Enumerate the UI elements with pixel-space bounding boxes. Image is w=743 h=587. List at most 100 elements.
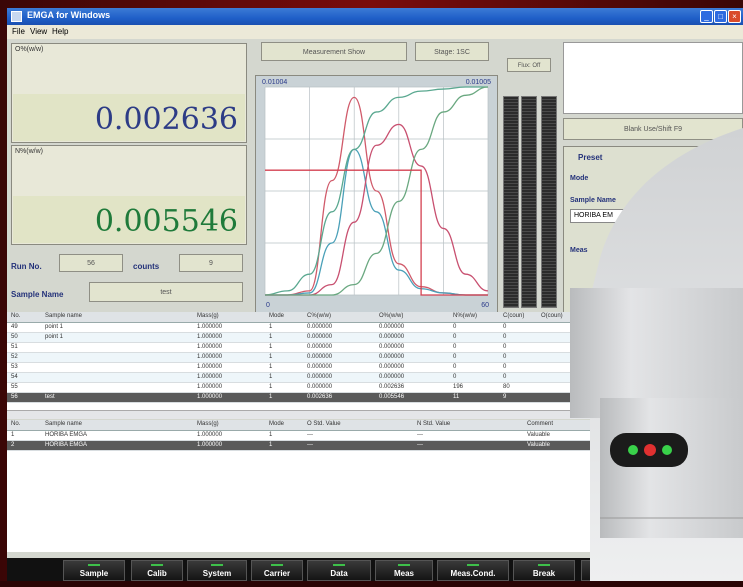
- fkey-data[interactable]: Data: [307, 560, 371, 581]
- table-row[interactable]: 50 point 1 1.000000 1 0.000000 0.000000 0 0: [7, 333, 599, 343]
- flux-button[interactable]: Flux: Off: [507, 58, 551, 72]
- column-header[interactable]: No.: [11, 421, 20, 427]
- column-header[interactable]: Mass(g): [197, 313, 219, 319]
- table-cell: 0.000000: [379, 364, 405, 370]
- table-cell: 0.000000: [379, 374, 405, 380]
- results-table-scrollbar[interactable]: [7, 410, 599, 419]
- table-cell: 1.000000: [197, 374, 223, 380]
- maximize-button[interactable]: □: [714, 10, 727, 23]
- table-cell: 0.002636: [379, 384, 405, 390]
- column-header[interactable]: O Std. Value: [307, 421, 341, 427]
- table-cell: ---: [307, 442, 313, 448]
- green-led-right: [662, 445, 672, 455]
- table-cell: 1.000000: [197, 442, 223, 448]
- table-cell: 49: [11, 324, 18, 330]
- column-header[interactable]: Mass(g): [197, 421, 219, 427]
- standard-table: No. Sample name Mass(g) Mode O Std. Value N S…: [7, 420, 599, 552]
- table-row[interactable]: 49 point 1 1.000000 1 0.000000 0.000000 0 0: [7, 323, 599, 333]
- fkey-system[interactable]: System: [187, 560, 247, 581]
- table-row[interactable]: 53 1.000000 1 0.000000 0.000000 0 0: [7, 363, 599, 373]
- table-cell: 0.000000: [307, 374, 333, 380]
- table-cell: 1: [269, 334, 273, 340]
- chart-svg: [264, 86, 489, 296]
- table-row[interactable]: 51 1.000000 1 0.000000 0.000000 0 0: [7, 343, 599, 353]
- table-cell: 0: [453, 364, 457, 370]
- minimize-button[interactable]: _: [700, 10, 713, 23]
- column-header[interactable]: C%(w/w): [307, 313, 331, 319]
- table-cell: 1.000000: [197, 344, 223, 350]
- table-cell: 1.000000: [197, 384, 223, 390]
- table-cell: 0.000000: [379, 334, 405, 340]
- column-header[interactable]: Sample name: [45, 313, 82, 319]
- table-cell: 1.000000: [197, 432, 223, 438]
- table-row[interactable]: 2 HORIBA EMGA 1.000000 1 --- --- Valuable: [7, 441, 599, 451]
- table-cell: ---: [417, 432, 423, 438]
- stage-button[interactable]: Stage: 1SC: [415, 42, 489, 61]
- table-cell: 0: [453, 344, 457, 350]
- red-led: [644, 444, 656, 456]
- table-cell: Valuable: [527, 432, 550, 438]
- fkey-carrier[interactable]: Carrier: [251, 560, 303, 581]
- menu-help[interactable]: Help: [52, 27, 68, 36]
- table-row[interactable]: 52 1.000000 1 0.000000 0.000000 0 0: [7, 353, 599, 363]
- table-row[interactable]: 1 HORIBA EMGA 1.000000 1 --- --- Valuable: [7, 431, 599, 441]
- results-table-header: No. Sample name Mass(g) Mode C%(w/w) O%(w/w) N…: [7, 312, 599, 323]
- table-cell: 0: [503, 354, 507, 360]
- column-header[interactable]: N Std. Value: [417, 421, 450, 427]
- level-meter-3: [541, 96, 557, 308]
- window-title: EMGA for Windows: [27, 10, 111, 20]
- results-table: No. Sample name Mass(g) Mode C%(w/w) O%(w/w) N…: [7, 312, 599, 410]
- menu-file[interactable]: File: [12, 27, 25, 36]
- column-header[interactable]: Mode: [269, 313, 284, 319]
- table-cell: 1: [269, 432, 273, 438]
- table-cell: 0.000000: [307, 384, 333, 390]
- table-cell: 52: [11, 354, 18, 360]
- table-cell: 51: [11, 344, 18, 350]
- table-cell: 1.000000: [197, 334, 223, 340]
- table-cell: 1: [269, 374, 273, 380]
- n-result-value: 0.005546: [94, 204, 238, 239]
- o-result-panel: O%(w/w) 0.002636: [11, 43, 247, 143]
- standard-table-header: No. Sample name Mass(g) Mode O Std. Value N S…: [7, 420, 599, 431]
- fkey-meascond[interactable]: Meas.Cond.: [437, 560, 509, 581]
- table-cell: 0: [503, 334, 507, 340]
- green-led-left: [628, 445, 638, 455]
- x-end-tick: 60: [481, 302, 489, 309]
- fkey-meas[interactable]: Meas: [375, 560, 433, 581]
- table-cell: 9: [503, 394, 507, 400]
- menu-view[interactable]: View: [30, 27, 47, 36]
- column-header[interactable]: Sample name: [45, 421, 82, 427]
- table-cell: point 1: [45, 334, 64, 340]
- table-row[interactable]: 55 1.000000 1 0.000000 0.002636 196 80: [7, 383, 599, 393]
- table-cell: 1: [269, 384, 273, 390]
- level-meter-1: [503, 96, 519, 308]
- close-button[interactable]: ×: [728, 10, 741, 23]
- table-cell: 196: [453, 384, 464, 390]
- table-cell: 0: [453, 334, 457, 340]
- column-header[interactable]: C(coun): [503, 313, 524, 319]
- fkey-sample[interactable]: Sample: [63, 560, 125, 581]
- table-cell: 1: [11, 432, 15, 438]
- counts-field: 9: [179, 254, 243, 272]
- fkey-calib[interactable]: Calib: [131, 560, 183, 581]
- column-header[interactable]: N%(w/w): [453, 313, 477, 319]
- measurement-show-button[interactable]: Measurement Show: [261, 42, 407, 61]
- table-row[interactable]: 56 test 1.000000 1 0.002636 0.005546 11 9: [7, 393, 599, 403]
- sample-name-field[interactable]: test: [89, 282, 243, 302]
- table-cell: 0.000000: [379, 354, 405, 360]
- table-cell: 54: [11, 374, 18, 380]
- n-result-label: N%(w/w): [15, 148, 43, 155]
- column-header[interactable]: Comment: [527, 421, 553, 427]
- title-bar: EMGA for Windows _ □ ×: [7, 8, 743, 25]
- table-cell: 0.002636: [307, 394, 333, 400]
- column-header[interactable]: Mode: [269, 421, 284, 427]
- level-meter-2: [521, 96, 537, 308]
- table-cell: 1.000000: [197, 324, 223, 330]
- app-icon: [11, 11, 22, 22]
- table-row[interactable]: 54 1.000000 1 0.000000 0.000000 0 0: [7, 373, 599, 383]
- column-header[interactable]: O%(w/w): [379, 313, 403, 319]
- table-cell: 1.000000: [197, 354, 223, 360]
- column-header[interactable]: No.: [11, 313, 20, 319]
- table-cell: 0.005546: [379, 394, 405, 400]
- table-cell: 0: [503, 344, 507, 350]
